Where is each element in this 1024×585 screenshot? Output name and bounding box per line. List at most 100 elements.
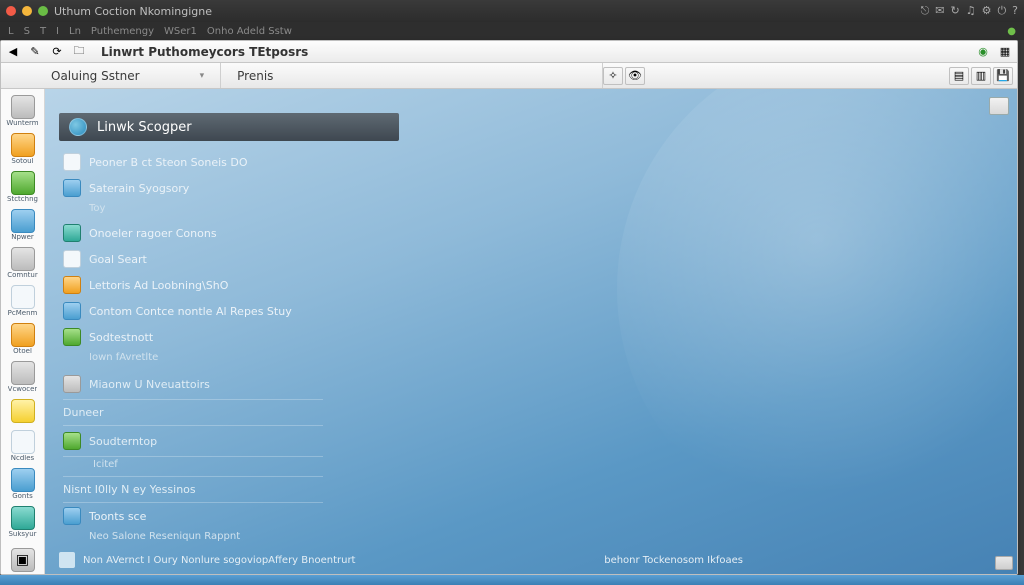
folder-icon[interactable]: 🗀	[71, 44, 87, 60]
item-icon	[63, 302, 81, 320]
tray-icon[interactable]: ?	[1012, 4, 1018, 18]
item-icon	[63, 276, 81, 294]
menu-item[interactable]: T	[40, 26, 46, 37]
statusbar: Non AVernct I Oury Nonlure sogoviopAffer…	[59, 552, 1003, 568]
module-icon	[11, 247, 35, 271]
view-button[interactable]: 👁	[625, 67, 645, 85]
window-title: Uthum Coction Nkomingigne	[54, 5, 212, 18]
tray-icon[interactable]: ♫	[966, 4, 976, 18]
task-list: Peoner B ct Steon Soneis DO Saterain Syo…	[59, 149, 419, 548]
item-icon	[63, 224, 81, 242]
sidebar-item[interactable]: Ncdles	[3, 428, 43, 464]
module-icon	[11, 171, 35, 195]
terminal-icon: ▣	[11, 548, 35, 572]
sidebar-item[interactable]: PcMenm	[3, 283, 43, 319]
maximize-window-button[interactable]	[38, 6, 48, 16]
tray-icon[interactable]: ✉	[935, 4, 944, 18]
item-icon	[63, 153, 81, 171]
list-item[interactable]: Nisnt I0lly N ey Yessinos	[63, 477, 323, 503]
menu-item[interactable]: Puthemengy	[91, 26, 154, 37]
list-item[interactable]: Toonts sce	[59, 503, 419, 529]
menu-item[interactable]: Ln	[69, 26, 81, 37]
menu-item[interactable]: I	[56, 26, 59, 37]
module-icon	[11, 209, 35, 233]
module-icon	[11, 468, 35, 492]
list-item[interactable]: Sodtestnott	[59, 324, 419, 350]
menu-item[interactable]: WSer1	[164, 26, 197, 37]
app-window: ◀ ✎ ⟳ 🗀 Linwrt Puthomeycors TEtposrs ◉ ▦…	[0, 40, 1018, 575]
desktop-taskbar[interactable]	[0, 575, 1024, 585]
module-icon	[11, 285, 35, 309]
tool-icon[interactable]: ✎	[27, 44, 43, 60]
tray-icon[interactable]: ↻	[950, 4, 959, 18]
close-window-button[interactable]	[6, 6, 16, 16]
resize-grip[interactable]	[995, 556, 1013, 570]
breadcrumb-label: Oaluing Sstner	[51, 69, 140, 83]
sidebar-item[interactable]: Comntur	[3, 245, 43, 281]
sidebar-item[interactable]: ▣	[3, 546, 43, 574]
list-item[interactable]: Saterain Syogsory	[59, 175, 419, 201]
list-item-sub: Iown fAvretlte	[59, 350, 419, 369]
menu-item[interactable]: S	[24, 26, 30, 37]
item-icon	[63, 328, 81, 346]
breadcrumb-item[interactable]: Prenis	[221, 63, 603, 88]
sidebar-item[interactable]: Wunterm	[3, 93, 43, 129]
tray-icon[interactable]: ⏻	[997, 4, 1006, 18]
sidebar-item[interactable]	[3, 397, 43, 426]
minimize-window-button[interactable]	[22, 6, 32, 16]
content-pane: Linwk Scogper Peoner B ct Steon Soneis D…	[45, 89, 1017, 574]
item-icon	[63, 507, 81, 525]
breadcrumb-item[interactable]: Oaluing Sstner ▾	[1, 63, 221, 88]
list-item[interactable]: Lettoris Ad Loobning\ShO	[59, 272, 419, 298]
tool-icon[interactable]: ▦	[997, 44, 1013, 60]
sidebar-item[interactable]: Npwer	[3, 207, 43, 243]
globe-icon	[69, 118, 87, 136]
sidebar-item[interactable]: Suksyur	[3, 504, 43, 540]
sidebar-item[interactable]: Gonts	[3, 466, 43, 502]
list-item[interactable]: Miaonw U Nveuattoirs	[63, 369, 323, 400]
status-text-right: behonr Tockenosom Ikfoaes	[604, 555, 743, 566]
system-tray: ⎋ ✉ ↻ ♫ ⚙ ⏻ ?	[921, 4, 1018, 18]
window-titlebar: Uthum Coction Nkomingigne ⎋ ✉ ↻ ♫ ⚙ ⏻ ?	[0, 0, 1024, 22]
list-item[interactable]: Goal Seart	[59, 246, 419, 272]
module-icon	[11, 95, 35, 119]
list-item[interactable]: Contom Contce nontle Al Repes Stuy	[59, 298, 419, 324]
main-area: Wunterm Sotoul Stctchng Npwer Comntur Pc…	[1, 89, 1017, 574]
list-item[interactable]: Onoeler ragoer Conons	[59, 220, 419, 246]
breadcrumb-bar: Oaluing Sstner ▾ Prenis ✧ 👁 ▤ ▥ 💾	[1, 63, 1017, 89]
detach-button[interactable]	[989, 97, 1009, 115]
module-icon	[11, 361, 35, 385]
list-item[interactable]: Soudterntop	[63, 426, 323, 457]
sidebar-item[interactable]: Sotoul	[3, 131, 43, 167]
module-icon	[11, 506, 35, 530]
action-button[interactable]: ▥	[971, 67, 991, 85]
status-icon	[59, 552, 75, 568]
sidebar-item[interactable]: Otoel	[3, 321, 43, 357]
sidebar-item[interactable]: Stctchng	[3, 169, 43, 205]
nav-back-icon[interactable]: ◀	[5, 44, 21, 60]
sidebar-item[interactable]: Vcwocer	[3, 359, 43, 395]
item-icon	[63, 375, 81, 393]
tool-icon[interactable]: ⟳	[49, 44, 65, 60]
pin-button[interactable]: ✧	[603, 67, 623, 85]
status-ok-icon: ◉	[975, 44, 991, 60]
breadcrumb-label: Prenis	[237, 69, 273, 83]
module-icon	[11, 430, 35, 454]
list-item-sub: Neo Salone Reseniqun Rappnt	[59, 529, 419, 548]
tray-icon[interactable]: ⎋	[921, 4, 930, 18]
sidebar: Wunterm Sotoul Stctchng Npwer Comntur Pc…	[1, 89, 45, 574]
module-icon	[11, 133, 35, 157]
save-button[interactable]: 💾	[993, 67, 1013, 85]
menu-item[interactable]: Onho Adeld Sstw	[207, 26, 292, 37]
action-button[interactable]: ▤	[949, 67, 969, 85]
list-item[interactable]: Peoner B ct Steon Soneis DO	[59, 149, 419, 175]
menu-item[interactable]: L	[8, 26, 14, 37]
section-title: Linwk Scogper	[97, 120, 192, 135]
chevron-down-icon: ▾	[200, 71, 205, 81]
tray-icon[interactable]: ⚙	[982, 4, 992, 18]
menubar: L S T I Ln Puthemengy WSer1 Onho Adeld S…	[0, 22, 1024, 40]
item-icon	[63, 432, 81, 450]
list-item[interactable]: Duneer	[63, 400, 323, 426]
list-item-sub: Toy	[59, 201, 419, 220]
active-tab-label: Linwrt Puthomeycors TEtposrs	[101, 45, 308, 59]
